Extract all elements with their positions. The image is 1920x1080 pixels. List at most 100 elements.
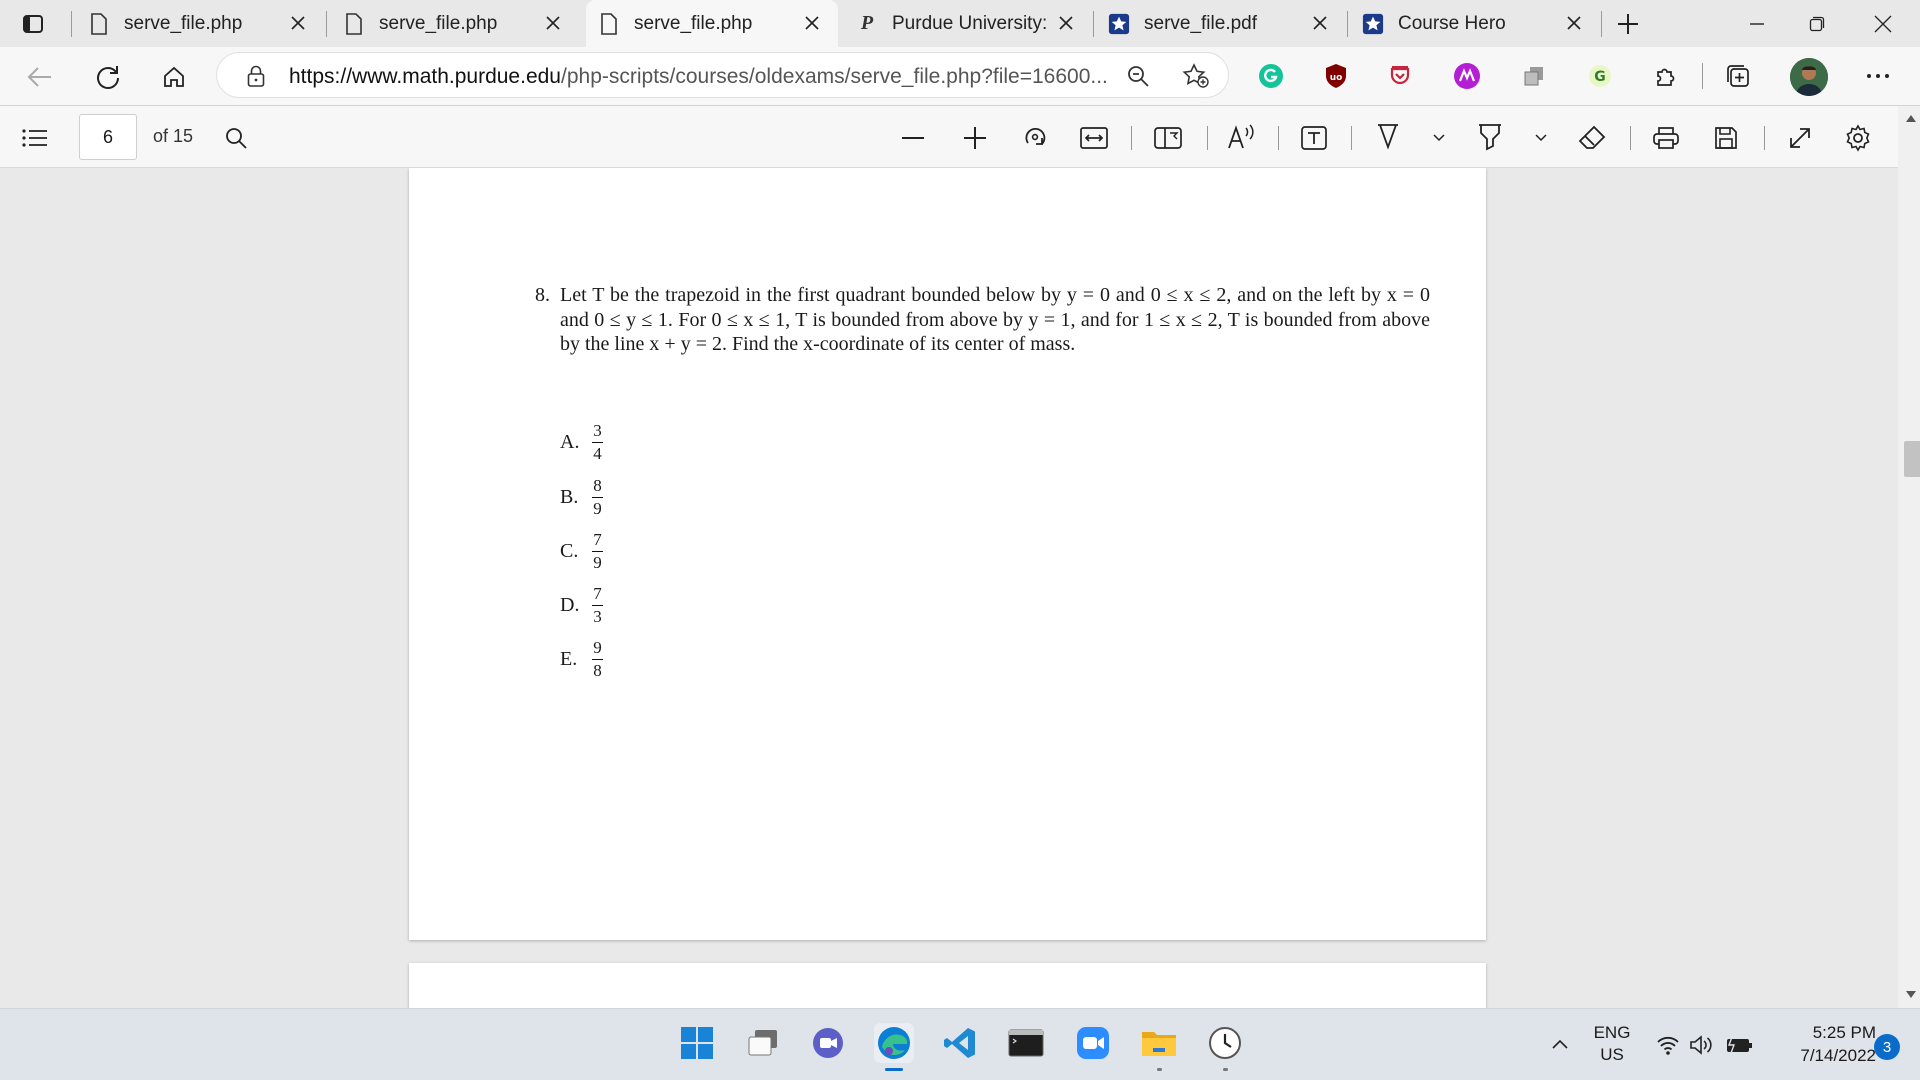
fit-width-button[interactable] <box>1078 124 1110 152</box>
print-button[interactable] <box>1650 124 1682 152</box>
address-bar-row: https://www.math.purdue.edu/php-scripts/… <box>0 47 1920 106</box>
collections-icon[interactable] <box>1724 62 1752 90</box>
tab-5[interactable]: Course Hero <box>1354 0 1600 47</box>
restore-button[interactable] <box>1794 8 1840 40</box>
clock-date-area[interactable]: 5:25 PM 7/14/2022 <box>1766 1019 1876 1069</box>
close-icon[interactable] <box>541 11 565 35</box>
zoom-in-button[interactable] <box>960 124 990 152</box>
denominator: 9 <box>593 499 602 518</box>
pocket-extension-icon[interactable] <box>1386 62 1414 90</box>
wifi-icon[interactable] <box>1655 1033 1681 1057</box>
tab-title: serve_file.pdf <box>1144 12 1258 34</box>
arrow-left-icon <box>27 67 51 87</box>
pdf-settings-button[interactable] <box>1842 123 1874 153</box>
tab-0[interactable]: serve_file.php <box>78 0 324 47</box>
notification-count-badge[interactable]: 3 <box>1874 1034 1900 1060</box>
save-button[interactable] <box>1710 124 1742 152</box>
rotate-button[interactable] <box>1020 123 1050 153</box>
edge-taskbar-button[interactable] <box>874 1023 914 1071</box>
chevron-up-icon <box>1552 1039 1568 1049</box>
star-badge-icon <box>1362 12 1384 36</box>
erase-button[interactable] <box>1576 122 1608 152</box>
find-button[interactable] <box>222 124 250 152</box>
grammarly-extension-icon[interactable] <box>1257 62 1285 90</box>
refresh-button[interactable] <box>90 59 126 95</box>
close-icon[interactable] <box>1562 11 1586 35</box>
page-view-button[interactable] <box>1152 124 1184 152</box>
table-of-contents-button[interactable] <box>20 124 50 152</box>
minimize-button[interactable] <box>1734 8 1780 40</box>
pdf-toolbar: 6 of 15 <box>0 106 1920 168</box>
numerator: 3 <box>593 421 602 440</box>
show-hidden-icons-button[interactable] <box>1548 1033 1572 1055</box>
task-view-button[interactable] <box>743 1023 783 1063</box>
volume-icon[interactable] <box>1688 1033 1716 1057</box>
close-icon[interactable] <box>1054 11 1078 35</box>
draw-options-dropdown[interactable] <box>1430 130 1448 146</box>
restore-icon <box>1809 16 1825 32</box>
tab-3[interactable]: P Purdue University: D <box>846 0 1092 47</box>
page-number-input[interactable]: 6 <box>79 114 137 160</box>
grammarly-go-extension-icon[interactable]: G <box>1586 62 1614 90</box>
denominator: 8 <box>593 661 602 680</box>
pdf-next-page <box>409 963 1486 1008</box>
zoom-video-icon <box>1077 1027 1109 1059</box>
full-screen-button[interactable] <box>1784 124 1816 152</box>
zoom-search-icon[interactable] <box>1125 63 1151 89</box>
close-icon[interactable] <box>1308 11 1332 35</box>
answer-option: B. 89 <box>560 477 603 518</box>
tab-4[interactable]: serve_file.pdf <box>1100 0 1346 47</box>
file-explorer-taskbar-button[interactable] <box>1139 1023 1179 1071</box>
language-indicator[interactable]: ENG US <box>1582 1019 1642 1069</box>
denominator: 9 <box>593 553 602 572</box>
tab-1[interactable]: serve_file.php <box>333 0 579 47</box>
close-window-button[interactable] <box>1860 8 1906 40</box>
tab-title: Purdue University: D <box>892 12 1052 34</box>
tab-actions-icon[interactable] <box>20 11 46 37</box>
clock-app-taskbar-button[interactable] <box>1205 1023 1245 1071</box>
close-icon[interactable] <box>286 11 310 35</box>
copy-extension-icon[interactable] <box>1520 62 1548 90</box>
ublock-extension-icon[interactable]: uo <box>1322 62 1350 90</box>
close-icon[interactable] <box>800 11 824 35</box>
back-button[interactable] <box>22 59 58 95</box>
fraction: 89 <box>592 477 603 518</box>
add-favorite-icon[interactable] <box>1181 62 1211 90</box>
tab-2-active[interactable]: serve_file.php <box>586 0 838 47</box>
mathway-extension-icon[interactable] <box>1452 61 1482 91</box>
read-aloud-button[interactable] <box>1224 122 1260 152</box>
profile-avatar[interactable] <box>1790 58 1828 96</box>
zoom-out-button[interactable] <box>898 124 928 152</box>
taskbar: ENG US 5:25 PM 7/14/2022 3 <box>0 1008 1920 1080</box>
zoom-taskbar-button[interactable] <box>1073 1023 1113 1063</box>
new-tab-button[interactable] <box>1612 8 1644 40</box>
highlight-button[interactable] <box>1474 122 1506 152</box>
vscode-taskbar-button[interactable] <box>940 1023 980 1063</box>
vertical-scrollbar[interactable] <box>1898 106 1920 1008</box>
terminal-taskbar-button[interactable] <box>1006 1023 1046 1063</box>
tab-bar: serve_file.php serve_file.php serve_file… <box>0 0 1920 47</box>
draw-button[interactable] <box>1372 122 1404 152</box>
extensions-puzzle-icon[interactable] <box>1652 62 1680 90</box>
highlight-options-dropdown[interactable] <box>1532 130 1550 146</box>
teams-chat-button[interactable] <box>808 1023 848 1063</box>
page-total-label: of 15 <box>153 126 194 146</box>
language-code: ENG <box>1593 1023 1631 1042</box>
settings-more-button[interactable] <box>1858 62 1898 90</box>
scrollbar-thumb[interactable] <box>1904 441 1920 477</box>
home-button[interactable] <box>156 59 192 95</box>
numerator: 7 <box>593 584 602 603</box>
fraction: 73 <box>592 585 603 626</box>
url-field[interactable]: https://www.math.purdue.edu/php-scripts/… <box>216 52 1229 98</box>
start-button[interactable] <box>677 1023 717 1063</box>
eraser-icon <box>1578 125 1606 149</box>
numerator: 8 <box>593 476 602 495</box>
terminal-icon <box>1008 1029 1044 1057</box>
chevron-down-icon <box>1535 134 1547 142</box>
lock-icon[interactable] <box>245 65 267 87</box>
scroll-down-arrow-icon[interactable] <box>1904 988 1918 1000</box>
add-text-button[interactable] <box>1298 124 1330 152</box>
pdf-viewer[interactable]: 8. Let T be the trapezoid in the first q… <box>0 168 1920 1008</box>
battery-charging-icon[interactable] <box>1724 1033 1754 1057</box>
scroll-up-arrow-icon[interactable] <box>1904 112 1918 124</box>
